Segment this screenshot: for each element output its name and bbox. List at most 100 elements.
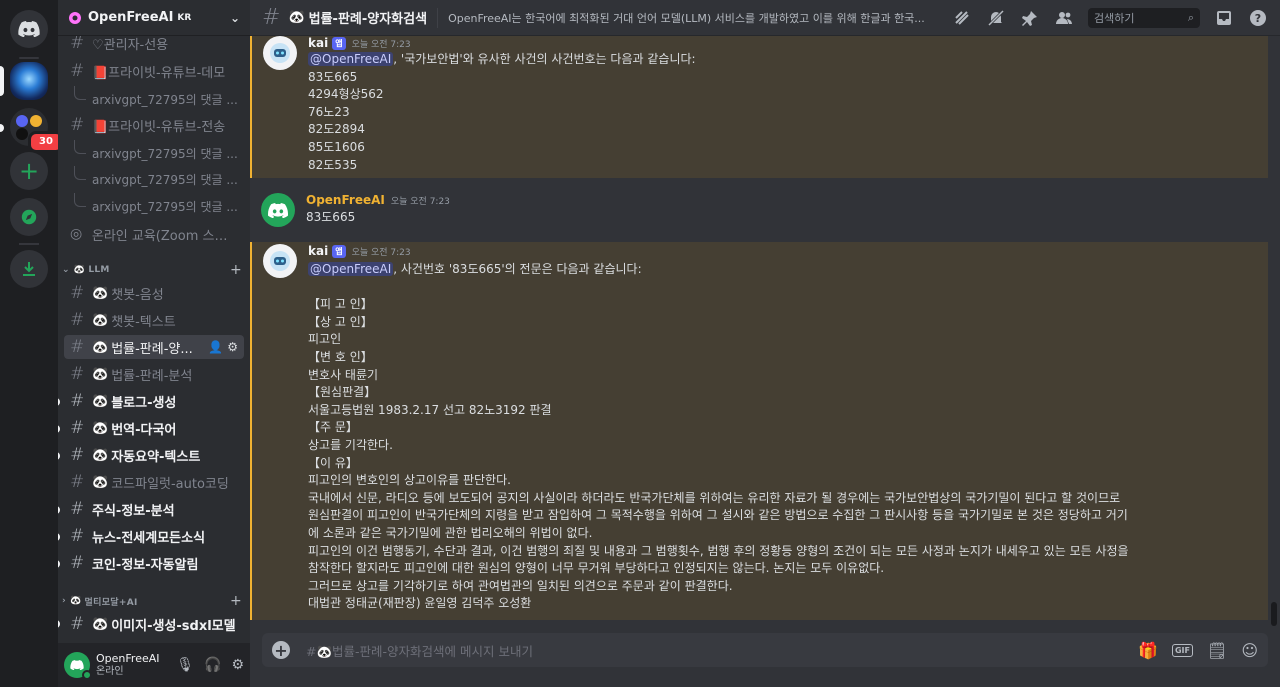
- unread-indicator: [58, 452, 60, 460]
- pin-icon[interactable]: [1020, 8, 1040, 28]
- thread-item[interactable]: arxivgpt_72795의 댓글 ...: [74, 166, 244, 191]
- user-mention[interactable]: @OpenFreeAI: [308, 52, 394, 66]
- headphones-icon[interactable]: 🎧: [204, 657, 221, 673]
- member-list-icon[interactable]: [1054, 8, 1074, 28]
- rail-separator: [19, 243, 39, 245]
- mute-bell-icon[interactable]: [986, 8, 1006, 28]
- emoji-icon[interactable]: ☺: [1241, 641, 1258, 660]
- channel-item[interactable]: # 🐼 이미지-생성-sdxl모델: [64, 612, 244, 636]
- category-label: LLM: [88, 265, 110, 275]
- message-line: 83도665: [308, 69, 358, 84]
- channel-item-selected[interactable]: # 🐼 법률-판례-양... 👤 ⚙: [64, 335, 244, 359]
- channel-item[interactable]: # 뉴스-전세계모든소식: [64, 524, 244, 548]
- message-line: 변호사 태륜기: [308, 367, 379, 382]
- user-avatar[interactable]: [261, 193, 295, 227]
- add-server-button[interactable]: +: [10, 152, 48, 190]
- inbox-icon[interactable]: [1214, 8, 1234, 28]
- channel-label: 법률-판례-양...: [111, 341, 193, 357]
- add-member-icon[interactable]: 👤: [208, 340, 223, 354]
- message-line: 【이 유】: [308, 455, 358, 470]
- thread-spine: [74, 140, 86, 154]
- hash-icon: #: [70, 445, 85, 465]
- channel-item[interactable]: # 🐼 챗봇-텍스트: [64, 308, 244, 332]
- hash-icon: #: [70, 553, 85, 573]
- chevron-down-icon: ⌄: [62, 265, 70, 275]
- message-line: 원심판결이 피고인이 반국가단체의 지령을 받고 잠입하여 그 목적수행을 위하…: [308, 508, 1128, 523]
- channel-item[interactable]: # 🐼 챗봇-음성: [64, 281, 244, 305]
- channel-item[interactable]: # 📕프라이빗-유튜브-데모: [64, 59, 244, 83]
- hash-icon: #: [70, 33, 85, 53]
- scrollbar-thumb[interactable]: [1271, 602, 1277, 626]
- channel-item[interactable]: # 🐼 법률-판례-분석: [64, 362, 244, 386]
- channel-label: 온라인 교육(Zoom 스타...: [91, 228, 238, 244]
- microphone-icon[interactable]: 🎙: [176, 657, 194, 673]
- hash-icon: #: [70, 499, 85, 519]
- panda-emoji-icon: 🐼: [92, 285, 109, 301]
- chevron-right-icon: ›: [62, 596, 67, 606]
- message-line: 상고를 기각한다.: [308, 437, 393, 452]
- unread-indicator: [58, 560, 60, 568]
- gear-icon[interactable]: ⚙: [227, 340, 238, 354]
- help-icon[interactable]: ?: [1248, 8, 1268, 28]
- explore-servers-button[interactable]: [10, 198, 48, 236]
- unread-server-indicator: [0, 124, 4, 132]
- message-line: 83도665: [306, 210, 356, 224]
- message-input[interactable]: #🐼법률-판례-양자화검색에 메시지 보내기: [306, 641, 1138, 660]
- message-author[interactable]: kai: [308, 36, 328, 50]
- gif-icon[interactable]: GIF: [1171, 643, 1193, 657]
- message-line: 【변 호 인】: [308, 349, 373, 364]
- message-line: 피고인의 이건 범행동기, 수단과 결과, 이건 범행의 죄질 및 내용과 그 …: [308, 543, 1129, 558]
- stage-icon: ◎: [70, 226, 83, 242]
- bot-avatar[interactable]: [263, 36, 297, 70]
- user-status: 온라인: [96, 666, 124, 677]
- server-openfreeai[interactable]: [10, 62, 48, 100]
- message-composer[interactable]: + #🐼법률-판례-양자화검색에 메시지 보내기 🎁 GIF 🗒 ☺: [262, 633, 1268, 667]
- thread-label: arxivgpt_72795의 댓글 ...: [92, 146, 238, 161]
- create-channel-plus-icon[interactable]: +: [230, 262, 242, 278]
- channel-label: 챗봇-음성: [111, 287, 164, 303]
- message-item-highlighted[interactable]: kai 앱 오늘 오전 7:23 @OpenFreeAI, '국가보안법'와 유…: [250, 36, 1268, 178]
- create-channel-plus-icon[interactable]: +: [230, 593, 242, 609]
- thread-item[interactable]: arxivgpt_72795의 댓글 ...: [74, 86, 244, 111]
- search-input[interactable]: 검색하기 ⌕: [1088, 7, 1200, 28]
- server-header[interactable]: OpenFreeAI KR ⌄: [58, 0, 250, 36]
- message-item[interactable]: OpenFreeAI 오늘 오전 7:23 83도665: [250, 188, 1268, 230]
- message-line: 피고인: [308, 332, 342, 347]
- message-line: 그러므로 상고를 기각하기로 하여 관여법관의 일치된 의견으로 주문과 같이 …: [308, 578, 733, 593]
- add-attachment-icon[interactable]: +: [272, 641, 290, 660]
- channel-topic[interactable]: OpenFreeAI는 한국어에 최적화된 거대 언어 모델(LLM) 서비스를…: [448, 10, 943, 26]
- channel-item[interactable]: # 📕프라이빗-유튜브-전송: [64, 113, 244, 137]
- gear-icon[interactable]: ⚙: [231, 657, 244, 673]
- channel-title: 법률-판례-양자화검색: [308, 12, 428, 27]
- hash-icon: #: [70, 391, 85, 411]
- user-avatar[interactable]: [64, 652, 92, 680]
- scrollbar[interactable]: [1268, 36, 1280, 626]
- discord-logo-icon: [268, 202, 288, 218]
- channel-label: 코드파일럿-auto코딩: [111, 476, 229, 492]
- message-author[interactable]: kai: [308, 244, 328, 258]
- user-panel: OpenFreeAI 온라인 🎙 🎧 ⚙: [58, 643, 250, 687]
- thread-item[interactable]: arxivgpt_72795의 댓글 ...: [74, 140, 244, 165]
- stage-channel-item[interactable]: ◎ 온라인 교육(Zoom 스타...: [64, 222, 244, 246]
- channel-item[interactable]: # 🐼 코드파일럿-auto코딩: [64, 470, 244, 494]
- channel-item[interactable]: # 🐼 블로그-생성: [64, 389, 244, 413]
- message-author[interactable]: OpenFreeAI: [306, 193, 385, 207]
- thread-item[interactable]: arxivgpt_72795의 댓글 ...: [74, 193, 244, 218]
- threads-icon[interactable]: [952, 8, 972, 28]
- category-llm[interactable]: ⌄ 🐼 LLM +: [58, 261, 250, 279]
- download-apps-button[interactable]: [10, 250, 48, 288]
- channel-item[interactable]: # 코인-정보-자동알림: [64, 551, 244, 575]
- user-mention[interactable]: @OpenFreeAI: [308, 262, 394, 276]
- message-item-highlighted[interactable]: kai 앱 오늘 오전 7:23 @OpenFreeAI, 사건번호 '83도6…: [250, 242, 1268, 620]
- channel-label: ♡관리자-선용: [92, 37, 169, 53]
- channel-item[interactable]: # 🐼 번역-다국어: [64, 416, 244, 440]
- home-button[interactable]: [10, 10, 48, 48]
- bot-avatar[interactable]: [263, 244, 297, 278]
- sticker-icon[interactable]: 🗒: [1207, 641, 1227, 660]
- channel-item[interactable]: # 🐼 자동요약-텍스트: [64, 443, 244, 467]
- gift-icon[interactable]: 🎁: [1138, 641, 1158, 660]
- message-text: , 사건번호 '83도665'의 전문은 다음과 같습니다:: [393, 262, 642, 276]
- channel-item[interactable]: # 주식-정보-분석: [64, 497, 244, 521]
- category-multimodal[interactable]: › 🐼 멀티모달+AI +: [58, 592, 250, 610]
- header-divider: [437, 7, 439, 28]
